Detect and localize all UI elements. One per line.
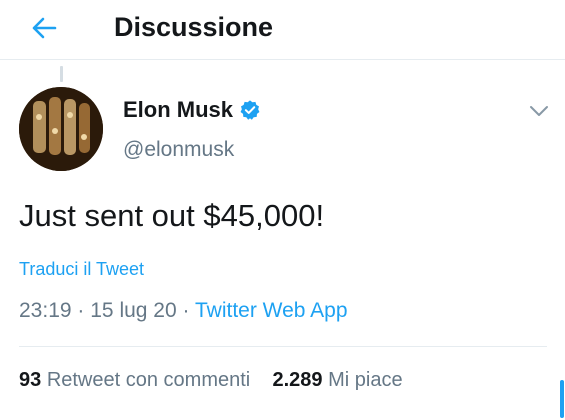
- tweet-time[interactable]: 23:19: [19, 299, 72, 322]
- tweet-detail-page: Discussione Elon Musk @elonmusk Just sen…: [0, 0, 565, 420]
- arrow-left-icon: [32, 17, 57, 39]
- retweets-count: 93: [19, 369, 42, 391]
- tweet-date[interactable]: 15 lug 20: [90, 299, 176, 322]
- tweet-stats: 93 Retweet con commenti 2.289 Mi piace: [19, 369, 403, 392]
- meta-separator: ·: [77, 299, 85, 322]
- top-app-bar: Discussione: [0, 0, 565, 60]
- scrollbar[interactable]: [560, 380, 564, 418]
- more-options-button[interactable]: [524, 98, 554, 124]
- author-name-row[interactable]: Elon Musk: [123, 97, 261, 123]
- meta-separator: ·: [182, 299, 190, 322]
- likes-stat[interactable]: 2.289 Mi piace: [272, 369, 402, 391]
- likes-count: 2.289: [272, 369, 323, 391]
- thread-connector-line: [60, 66, 63, 82]
- tweet-metadata: 23:19 · 15 lug 20 · Twitter Web App: [19, 299, 348, 323]
- verified-badge-icon: [240, 100, 260, 120]
- likes-label: Mi piace: [328, 369, 403, 391]
- retweets-stat[interactable]: 93 Retweet con commenti: [19, 369, 256, 391]
- tweet-text: Just sent out $45,000!: [19, 198, 325, 233]
- back-button[interactable]: [24, 10, 64, 46]
- divider: [19, 346, 547, 347]
- author-handle[interactable]: @elonmusk: [123, 138, 234, 162]
- author-name: Elon Musk: [123, 97, 234, 122]
- translate-tweet-link[interactable]: Traduci il Tweet: [19, 259, 144, 280]
- chevron-down-icon: [530, 106, 548, 116]
- page-title: Discussione: [114, 12, 274, 42]
- retweets-label: Retweet con commenti: [46, 369, 251, 391]
- avatar[interactable]: [19, 87, 103, 171]
- tweet-source-link[interactable]: Twitter Web App: [195, 299, 348, 322]
- avatar-image: [19, 87, 103, 171]
